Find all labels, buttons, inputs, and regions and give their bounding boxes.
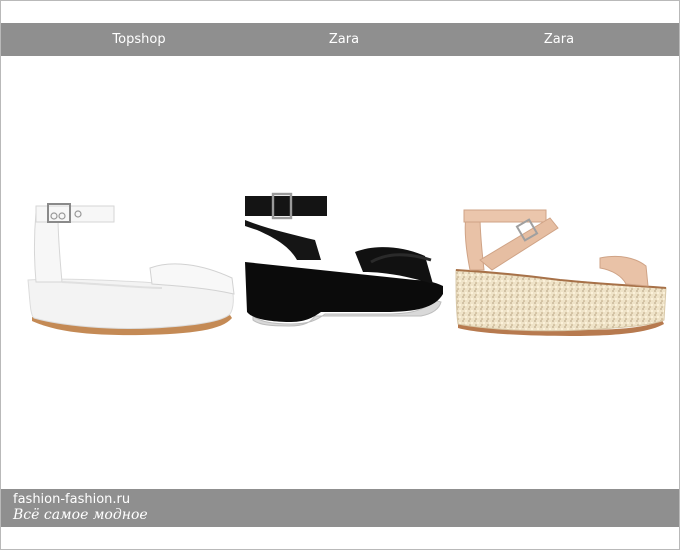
- product-image-black-sandal: [235, 190, 450, 355]
- black-sandal-illustration: [245, 192, 443, 327]
- brand-label-3: Zara: [543, 32, 575, 47]
- brand-header-bar: Topshop Zara Zara: [1, 23, 679, 56]
- brand-label-1: Topshop: [112, 32, 166, 47]
- product-image-glitter-sandal: [450, 200, 675, 350]
- site-tagline: Всё самое модное: [13, 507, 148, 523]
- white-sandal-illustration: [27, 203, 235, 336]
- product-image-white-sandal: [22, 190, 242, 355]
- site-name: fashion-fashion.ru: [13, 492, 131, 507]
- glitter-sandal-illustration: [455, 209, 667, 336]
- footer-bar: fashion-fashion.ru Всё самое модное: [1, 489, 679, 527]
- brand-label-2: Zara: [328, 32, 360, 47]
